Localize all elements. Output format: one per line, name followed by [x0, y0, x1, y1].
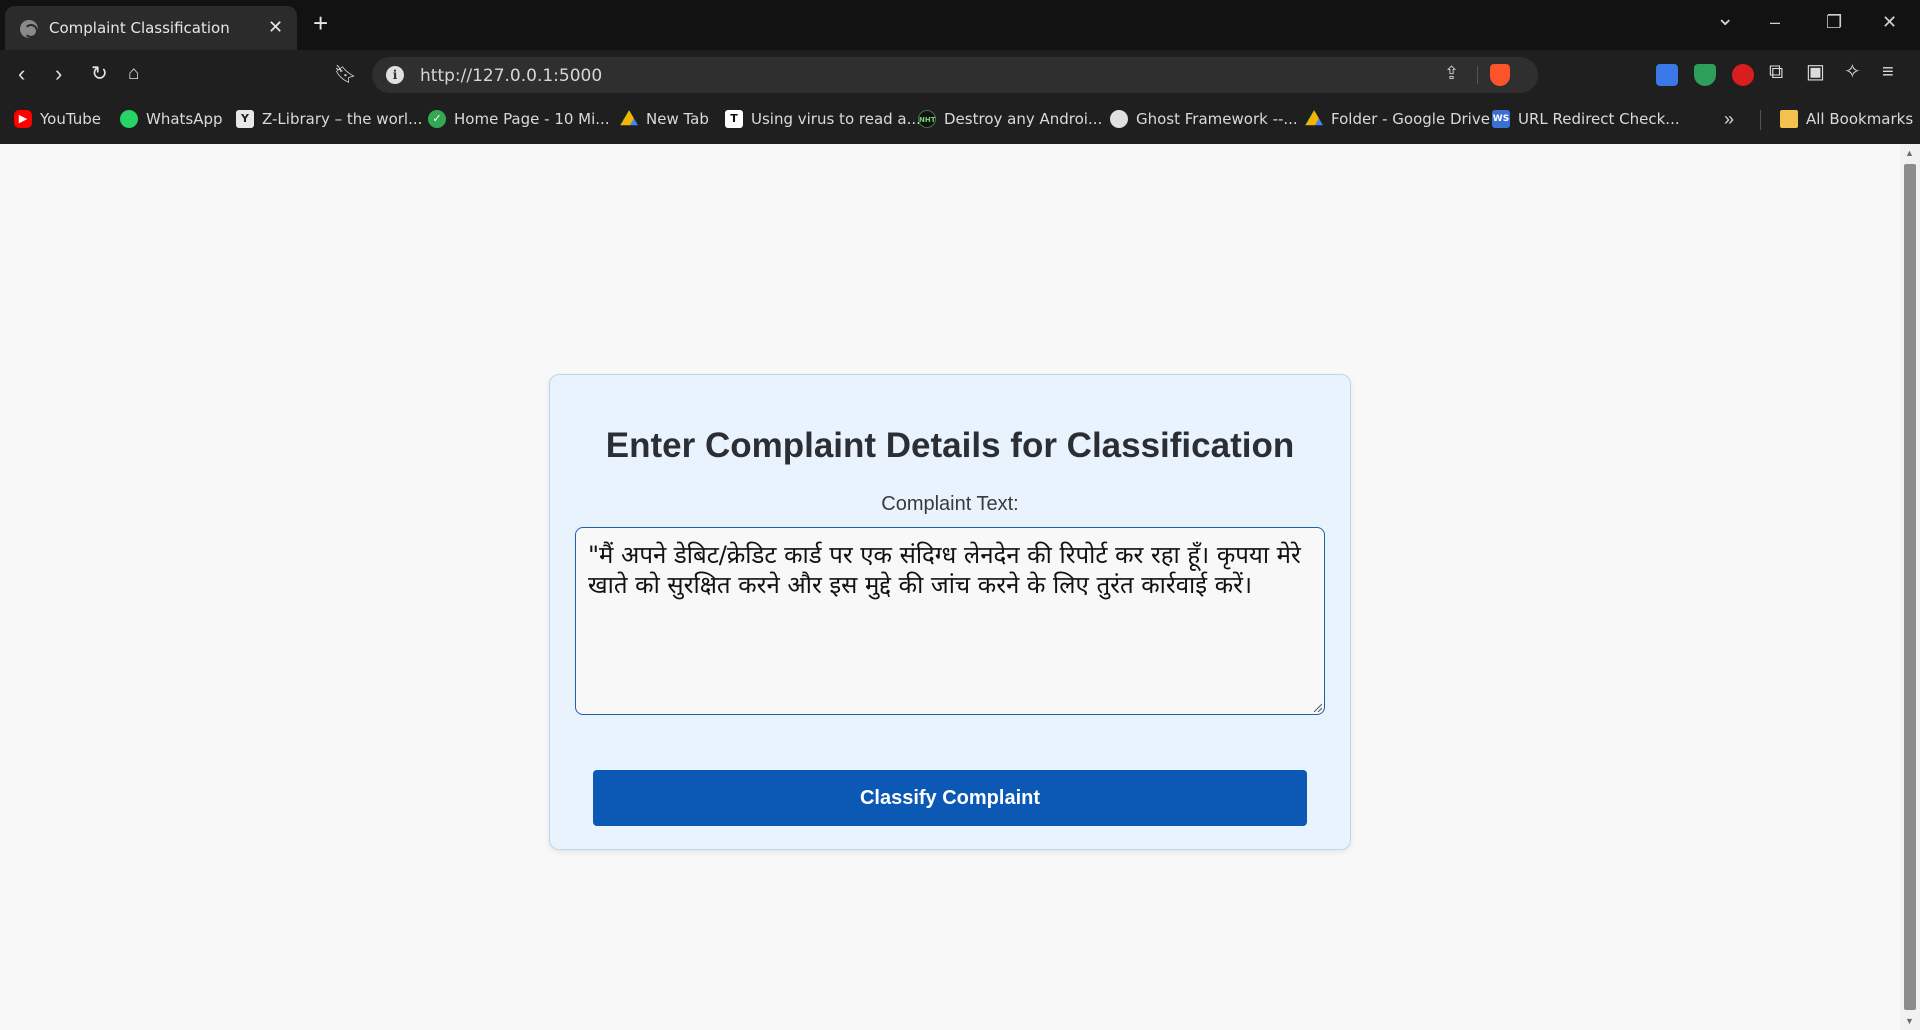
bookmark-home-page[interactable]: ✓ Home Page - 10 Mi...: [428, 107, 610, 131]
bookmark-label: URL Redirect Check...: [1518, 110, 1680, 128]
tab-search-button[interactable]: ⌄: [1716, 7, 1734, 29]
close-window-button[interactable]: ✕: [1882, 12, 1897, 32]
zlibrary-icon: Y: [236, 110, 254, 128]
share-icon[interactable]: ⇪: [1444, 63, 1459, 84]
bookmark-icon[interactable]: 🔖︎: [334, 62, 357, 86]
more-bookmarks-icon[interactable]: »: [1724, 104, 1734, 134]
check-icon: ✓: [428, 110, 446, 128]
complaint-form-card: Enter Complaint Details for Classificati…: [549, 374, 1351, 850]
bookmark-label: YouTube: [40, 110, 101, 128]
nht-icon: NHT: [918, 110, 936, 128]
divider: [1760, 110, 1761, 130]
address-bar[interactable]: i http://127.0.0.1:5000 ⇪: [372, 57, 1538, 93]
bookmark-ghost-framework[interactable]: Ghost Framework --...: [1110, 107, 1298, 131]
t-icon: T: [725, 110, 743, 128]
resize-handle-icon[interactable]: [1312, 702, 1322, 712]
bookmark-label: WhatsApp: [146, 110, 223, 128]
brave-shields-icon[interactable]: [1490, 64, 1510, 86]
minimize-button[interactable]: –: [1770, 12, 1780, 32]
bookmark-new-tab[interactable]: New Tab: [620, 107, 709, 131]
reload-icon[interactable]: ↻: [91, 62, 108, 86]
bookmark-label: Z-Library – the worl...: [262, 110, 423, 128]
bookmark-label: Home Page - 10 Mi...: [454, 110, 610, 128]
restore-button[interactable]: ❐: [1826, 12, 1842, 32]
scroll-up-arrow-icon[interactable]: ▲: [1905, 148, 1914, 158]
adblock-extension-icon[interactable]: [1732, 64, 1754, 86]
bookmark-label: Using virus to read a...: [751, 110, 921, 128]
menu-icon[interactable]: ≡: [1882, 60, 1894, 84]
ws-icon: WS: [1492, 110, 1510, 128]
tab-strip: Complaint Classification ✕ + ⌄ – ❐ ✕: [0, 0, 1920, 50]
leo-ai-icon[interactable]: ✧: [1844, 60, 1861, 84]
divider: [1477, 66, 1478, 84]
ghost-icon: [1110, 110, 1128, 128]
bookmark-label: Folder - Google Drive: [1331, 110, 1490, 128]
url-text[interactable]: http://127.0.0.1:5000: [420, 66, 602, 86]
home-icon[interactable]: ⌂: [128, 62, 139, 86]
scroll-thumb[interactable]: [1904, 164, 1916, 1010]
bookmark-destroy-android[interactable]: NHT Destroy any Androi...: [918, 107, 1102, 131]
bookmarks-bar: ▶ YouTube WhatsApp Y Z-Library – the wor…: [0, 104, 1920, 134]
bookmark-label: Ghost Framework --...: [1136, 110, 1298, 128]
google-drive-icon: [1305, 110, 1323, 126]
bookmark-whatsapp[interactable]: WhatsApp: [120, 107, 223, 131]
tab-complaint-classification[interactable]: Complaint Classification ✕: [5, 6, 297, 50]
extensions-icon[interactable]: ⧉: [1769, 60, 1783, 84]
bookmark-label: Destroy any Androi...: [944, 110, 1103, 128]
forward-icon[interactable]: ›: [55, 62, 62, 86]
whatsapp-icon: [120, 110, 138, 128]
classify-complaint-button[interactable]: Classify Complaint: [593, 770, 1307, 826]
sidebar-icon[interactable]: ▣: [1806, 60, 1825, 84]
google-drive-icon: [620, 110, 638, 126]
page-scrollbar[interactable]: ▲ ▼: [1900, 144, 1920, 1030]
complaint-text-label: Complaint Text:: [881, 493, 1019, 515]
page-title: Enter Complaint Details for Classificati…: [605, 426, 1295, 465]
browser-chrome: Complaint Classification ✕ + ⌄ – ❐ ✕ ‹ ›…: [0, 0, 1920, 144]
translate-extension-icon[interactable]: [1656, 64, 1678, 86]
complaint-textarea[interactable]: [575, 527, 1325, 715]
new-tab-button[interactable]: +: [313, 10, 328, 36]
scroll-down-arrow-icon[interactable]: ▼: [1905, 1016, 1914, 1026]
folder-icon: [1780, 110, 1798, 128]
globe-icon: [20, 20, 38, 38]
all-bookmarks-button[interactable]: All Bookmarks: [1780, 107, 1913, 131]
bookmark-youtube[interactable]: ▶ YouTube: [14, 107, 101, 131]
bookmark-url-redirect[interactable]: WS URL Redirect Check...: [1492, 107, 1680, 131]
shield-extension-icon[interactable]: [1694, 64, 1716, 86]
back-icon[interactable]: ‹: [18, 62, 25, 86]
bookmark-zlibrary[interactable]: Y Z-Library – the worl...: [236, 107, 422, 131]
youtube-icon: ▶: [14, 110, 32, 128]
close-tab-icon[interactable]: ✕: [268, 17, 283, 37]
bookmark-label: New Tab: [646, 110, 709, 128]
bookmark-using-virus[interactable]: T Using virus to read a...: [725, 107, 921, 131]
tab-title: Complaint Classification: [49, 19, 230, 37]
site-info-icon[interactable]: i: [386, 66, 404, 84]
bookmark-google-drive-folder[interactable]: Folder - Google Drive: [1305, 107, 1490, 131]
all-bookmarks-label: All Bookmarks: [1806, 110, 1914, 128]
